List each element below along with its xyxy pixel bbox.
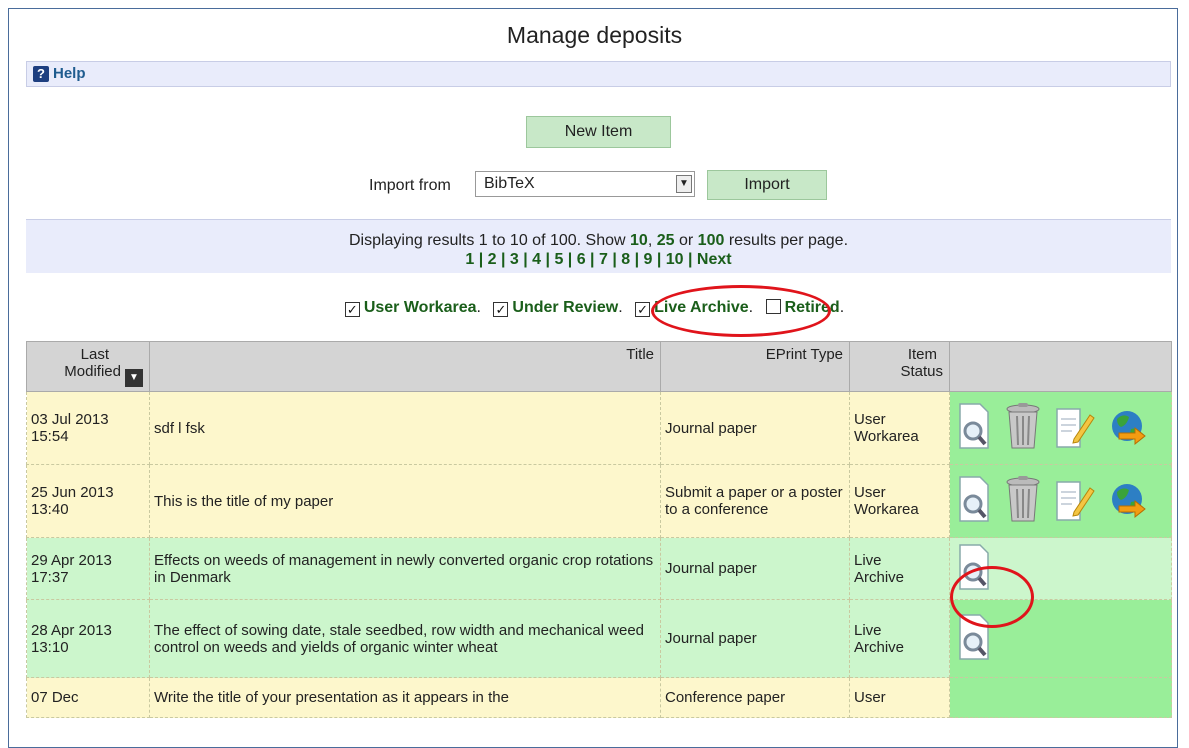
row-type: Conference paper (660, 677, 850, 718)
row-date: 29 Apr 2013 17:37 (26, 537, 150, 600)
row-date: 28 Apr 2013 13:10 (26, 599, 150, 678)
new-item-button[interactable]: New Item (526, 116, 671, 148)
row-status: User Workarea (849, 391, 950, 465)
row-actions (949, 677, 1172, 718)
checkbox-under-review[interactable]: ✓ (493, 302, 509, 317)
highlight-oval-live-archive (651, 285, 831, 337)
highlight-oval-view-icon (950, 566, 1034, 628)
row-title: This is the title of my paper (149, 464, 661, 538)
chevron-down-icon[interactable]: ▼ (676, 175, 692, 193)
table-row: 25 Jun 2013 13:40 This is the title of my… (26, 464, 1172, 538)
row-actions (949, 391, 1172, 465)
row-status: Live Archive (849, 537, 950, 600)
import-format-value: BibTeX (484, 175, 535, 192)
edit-icon[interactable] (1052, 401, 1096, 455)
filter-user-workarea[interactable]: ✓ User Workarea. (344, 299, 481, 317)
col-eprint-type[interactable]: EPrint Type (660, 341, 850, 392)
row-type: Journal paper (660, 537, 850, 600)
checkbox-user-workarea[interactable]: ✓ (344, 302, 360, 317)
page-links[interactable]: 1 | 2 | 3 | 4 | 5 | 6 | 7 | 8 | 9 | 10 |… (26, 251, 1171, 269)
import-button[interactable]: Import (707, 170, 827, 200)
row-title: Effects on weeds of management in newly … (149, 537, 661, 600)
page-title: Manage deposits (506, 22, 683, 48)
col-title[interactable]: Title (149, 341, 661, 392)
per-page-25[interactable]: 25 (657, 232, 675, 249)
row-title: Write the title of your presentation as … (149, 677, 661, 718)
row-date: 07 Dec (26, 677, 150, 718)
table-row: 03 Jul 2013 15:54 sdf l fsk Journal paper… (26, 391, 1172, 465)
row-type: Submit a paper or a poster to a conferen… (660, 464, 850, 538)
paging-bar: Displaying results 1 to 10 of 100. Show … (26, 219, 1171, 273)
row-status: User Workarea (849, 464, 950, 538)
per-page-10[interactable]: 10 (630, 232, 648, 249)
per-page-100[interactable]: 100 (698, 232, 725, 249)
row-type: Journal paper (660, 599, 850, 678)
trash-icon[interactable] (1002, 401, 1044, 455)
help-icon[interactable]: ? (33, 66, 49, 82)
checkbox-live-archive[interactable]: ✓ (635, 302, 651, 317)
paging-info: Displaying results 1 to 10 of 100. Show … (348, 232, 849, 249)
row-type: Journal paper (660, 391, 850, 465)
row-date: 25 Jun 2013 13:40 (26, 464, 150, 538)
trash-icon[interactable] (1002, 474, 1044, 528)
row-title: The effect of sowing date, stale seedbed… (149, 599, 661, 678)
help-link[interactable]: Help (53, 62, 86, 86)
col-actions (949, 341, 1172, 392)
view-icon[interactable] (954, 401, 994, 455)
deposits-table: Last Modified ▼ Title EPrint Type Item St… (26, 341, 1172, 718)
import-label: Import from (369, 177, 451, 194)
table-row: 07 Dec Write the title of your presentat… (26, 677, 1172, 718)
col-last-modified[interactable]: Last Modified ▼ (26, 341, 150, 392)
row-status: User (849, 677, 950, 718)
col-item-status[interactable]: Item Status (849, 341, 950, 392)
edit-icon[interactable] (1052, 474, 1096, 528)
row-date: 03 Jul 2013 15:54 (26, 391, 150, 465)
row-actions (949, 464, 1172, 538)
row-title: sdf l fsk (149, 391, 661, 465)
status-filters: ✓ User Workarea. ✓ Under Review. ✓ Live Arc… (0, 299, 1189, 317)
row-status: Live Archive (849, 599, 950, 678)
view-icon[interactable] (954, 474, 994, 528)
globe-icon[interactable] (1105, 401, 1149, 455)
filter-under-review[interactable]: ✓ Under Review. (493, 299, 623, 317)
globe-icon[interactable] (1105, 474, 1149, 528)
import-format-select[interactable]: BibTeX ▼ (475, 171, 695, 197)
sort-down-icon[interactable]: ▼ (125, 369, 143, 387)
table-header: Last Modified ▼ Title EPrint Type Item St… (26, 341, 1172, 392)
help-bar[interactable]: ? Help (26, 61, 1171, 87)
